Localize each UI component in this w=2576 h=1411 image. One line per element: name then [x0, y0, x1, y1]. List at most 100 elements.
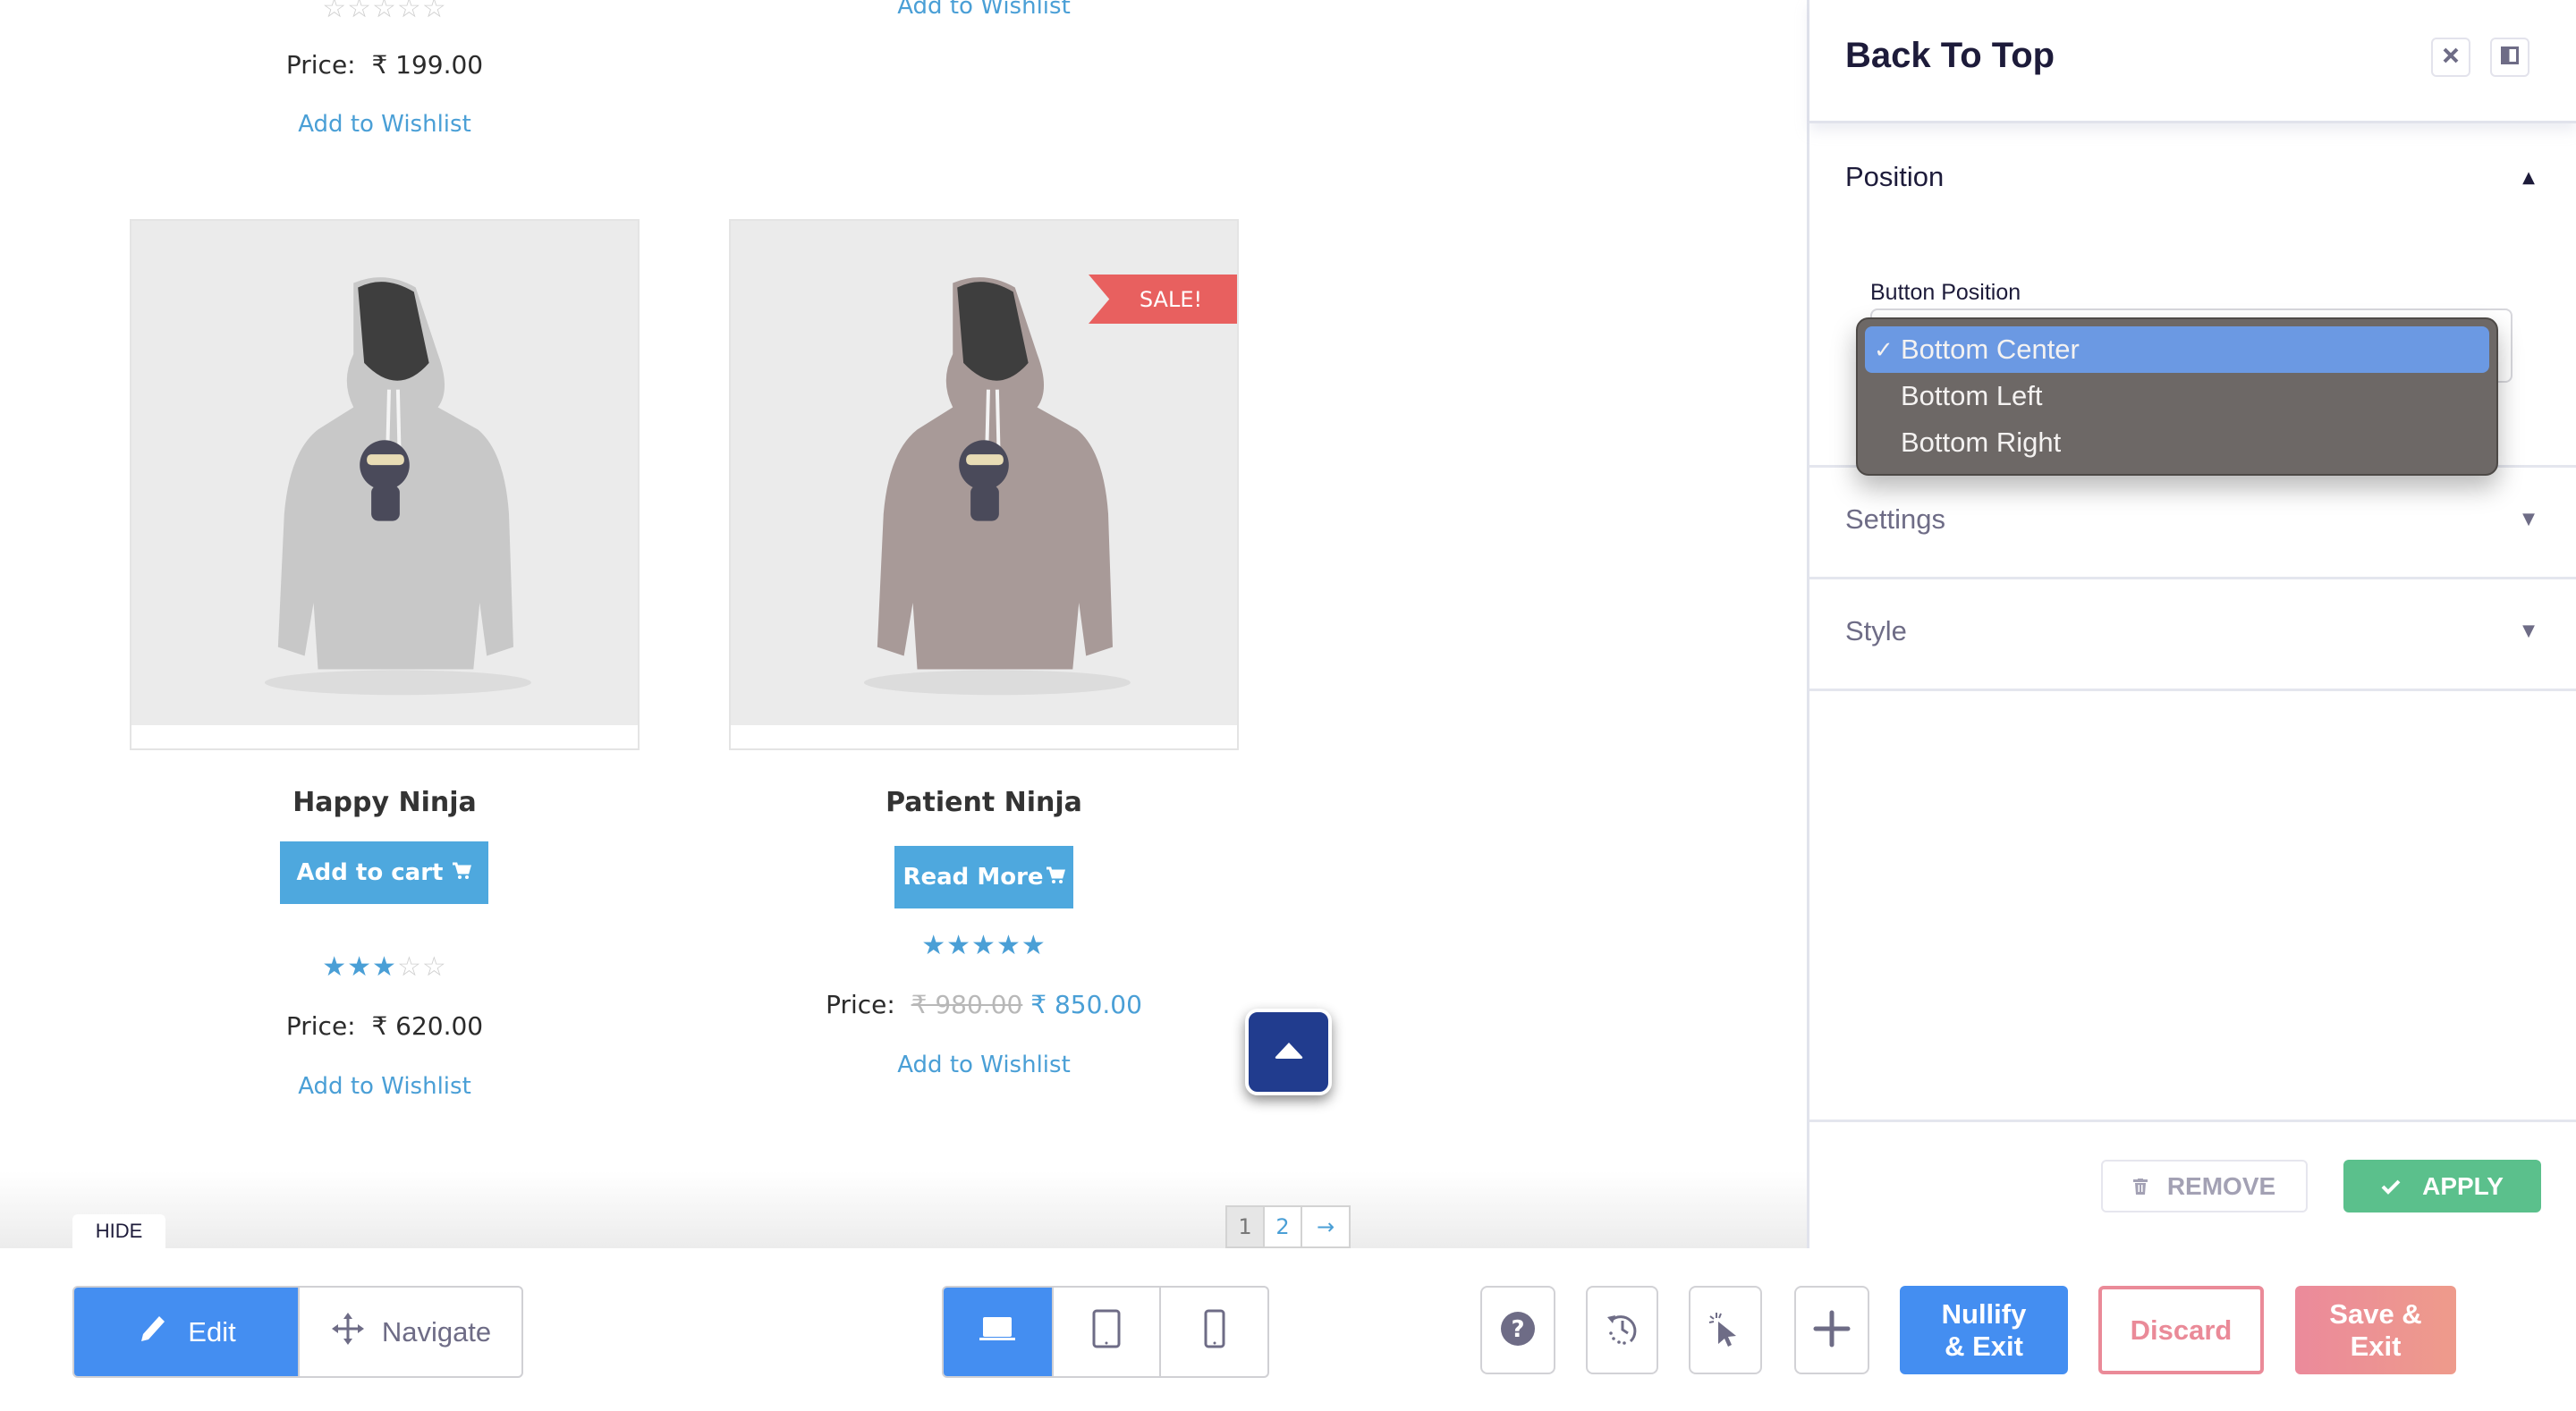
select-element-button[interactable]: [1689, 1286, 1762, 1374]
star-filled-icon: ★: [322, 951, 348, 983]
price-label: Price:: [285, 50, 356, 80]
star-empty-icon: ☆: [421, 951, 447, 983]
laptop-icon: [979, 1315, 1016, 1349]
star-filled-icon: ★: [1021, 930, 1046, 961]
option-bottom-center[interactable]: ✓ Bottom Center: [1865, 326, 2489, 373]
partial-price: Price: ₹ 199.00: [130, 50, 640, 80]
bottom-shade: [0, 1171, 1807, 1248]
divider: [1809, 689, 2576, 691]
section-settings[interactable]: Settings: [1845, 503, 1945, 536]
desktop-view-button[interactable]: [944, 1288, 1052, 1376]
phone-icon: [1204, 1309, 1225, 1356]
option-bottom-left[interactable]: Bottom Left: [1865, 373, 2489, 419]
navigate-label: Navigate: [381, 1315, 492, 1348]
trash-icon: [2132, 1172, 2148, 1201]
price-value: ₹ 620.00: [371, 1011, 484, 1041]
device-switch: [942, 1286, 1269, 1378]
section-style[interactable]: Style: [1845, 615, 1907, 647]
section-position[interactable]: Position: [1845, 161, 1944, 193]
mode-switch: Edit Navigate: [72, 1286, 523, 1378]
button-position-label: Button Position: [1870, 280, 2021, 305]
back-to-top-button[interactable]: [1245, 1009, 1332, 1095]
caret-down-icon[interactable]: ▼: [2522, 510, 2535, 528]
nullify-exit-button[interactable]: Nullify & Exit: [1900, 1286, 2068, 1374]
caret-down-icon[interactable]: ▼: [2522, 621, 2535, 640]
button-position-dropdown[interactable]: ✓ Bottom Center Bottom Left Bottom Right: [1856, 317, 2498, 476]
help-button[interactable]: ?: [1480, 1286, 1555, 1374]
button-label: Add to cart: [296, 859, 444, 886]
page-2[interactable]: 2: [1263, 1205, 1302, 1248]
star-rating: ★★★☆☆: [130, 951, 640, 983]
star-rating: ★★★★★: [729, 930, 1239, 961]
add-to-wishlist-link[interactable]: Add to Wishlist: [897, 1052, 1071, 1078]
sale-badge: SALE!: [1089, 275, 1237, 324]
star-empty-icon: ☆: [396, 951, 422, 983]
star-filled-icon: ★: [946, 930, 972, 961]
cart-icon: [1046, 864, 1065, 891]
check-icon: [2381, 1172, 2401, 1201]
move-icon: [330, 1311, 366, 1354]
edit-mode-button[interactable]: Edit: [74, 1288, 298, 1376]
star-icon: ☆☆☆☆☆: [322, 0, 447, 24]
dock-toggle-button[interactable]: [2490, 38, 2529, 77]
svg-text:?: ?: [1511, 1316, 1524, 1343]
product-title[interactable]: Patient Ninja: [729, 787, 1239, 818]
remove-label: REMOVE: [2166, 1171, 2276, 1200]
star-filled-icon: ★: [372, 951, 397, 983]
tablet-view-button[interactable]: [1051, 1288, 1160, 1376]
add-to-wishlist-link[interactable]: Add to Wishlist: [298, 1073, 471, 1100]
history-icon: [1604, 1310, 1641, 1351]
hoodie-image: [264, 277, 531, 696]
star-filled-icon: ★: [971, 930, 996, 961]
close-button[interactable]: [2431, 38, 2470, 77]
price-value: ₹ 199.00: [371, 50, 484, 80]
settings-panel: Back To Top Position ▲ Button Position S…: [1807, 0, 2576, 1248]
caret-up-icon: [1274, 1041, 1304, 1064]
add-to-cart-button[interactable]: Add to cart: [280, 841, 488, 904]
panel-header: Back To Top: [1809, 0, 2576, 123]
help-icon: ?: [1500, 1311, 1536, 1350]
add-to-wishlist-link[interactable]: Add to Wishlist: [897, 0, 1071, 20]
navigate-mode-button[interactable]: Navigate: [297, 1288, 521, 1376]
product-price: Price: ₹ 620.00: [130, 1011, 640, 1041]
caret-up-icon[interactable]: ▲: [2522, 168, 2535, 187]
add-to-wishlist-link[interactable]: Add to Wishlist: [298, 111, 471, 138]
star-filled-icon: ★: [921, 930, 947, 961]
add-element-button[interactable]: [1794, 1286, 1869, 1374]
button-label: Read More: [902, 864, 1044, 891]
product-image[interactable]: SALE!: [729, 219, 1239, 750]
discard-button[interactable]: Discard: [2098, 1286, 2264, 1374]
tablet-icon: [1092, 1309, 1121, 1356]
select-cursor-icon: [1707, 1309, 1743, 1352]
next-page-button[interactable]: →: [1301, 1205, 1351, 1248]
star-filled-icon: ★: [347, 951, 373, 983]
remove-button[interactable]: REMOVE: [2101, 1160, 2308, 1212]
mobile-view-button[interactable]: [1159, 1288, 1267, 1376]
price-label: Price:: [285, 1011, 356, 1041]
add-icon: [1812, 1309, 1852, 1352]
apply-label: APPLY: [2422, 1171, 2504, 1200]
divider: [1809, 577, 2576, 579]
edit-label: Edit: [188, 1315, 236, 1348]
shop-content: ☆☆☆☆☆ Price: ₹ 199.00 Add to Wishlist Ad…: [0, 0, 1807, 1248]
panel-toggle-icon: [2501, 46, 2519, 68]
panel-title: Back To Top: [1845, 36, 2055, 75]
hide-toolbar-button[interactable]: HIDE: [72, 1214, 165, 1248]
footer-divider: [1809, 1120, 2576, 1122]
checkmark-icon: ✓: [1874, 335, 1894, 363]
save-exit-button[interactable]: Save & Exit: [2295, 1286, 2456, 1374]
history-button[interactable]: [1586, 1286, 1658, 1374]
product-image[interactable]: [130, 219, 640, 750]
price-label: Price:: [826, 990, 895, 1019]
star-filled-icon: ★: [996, 930, 1021, 961]
product-price: Price: ₹ 980.00 ₹ 850.00: [729, 990, 1239, 1019]
partial-rating: ☆☆☆☆☆: [130, 0, 640, 24]
product-title[interactable]: Happy Ninja: [130, 787, 640, 818]
cart-icon: [452, 859, 472, 886]
option-bottom-right[interactable]: Bottom Right: [1865, 419, 2489, 466]
close-icon: [2442, 46, 2460, 68]
page-1[interactable]: 1: [1225, 1205, 1265, 1248]
pencil-icon: [136, 1311, 172, 1354]
read-more-button[interactable]: Read More: [894, 846, 1073, 908]
apply-button[interactable]: APPLY: [2343, 1160, 2541, 1212]
